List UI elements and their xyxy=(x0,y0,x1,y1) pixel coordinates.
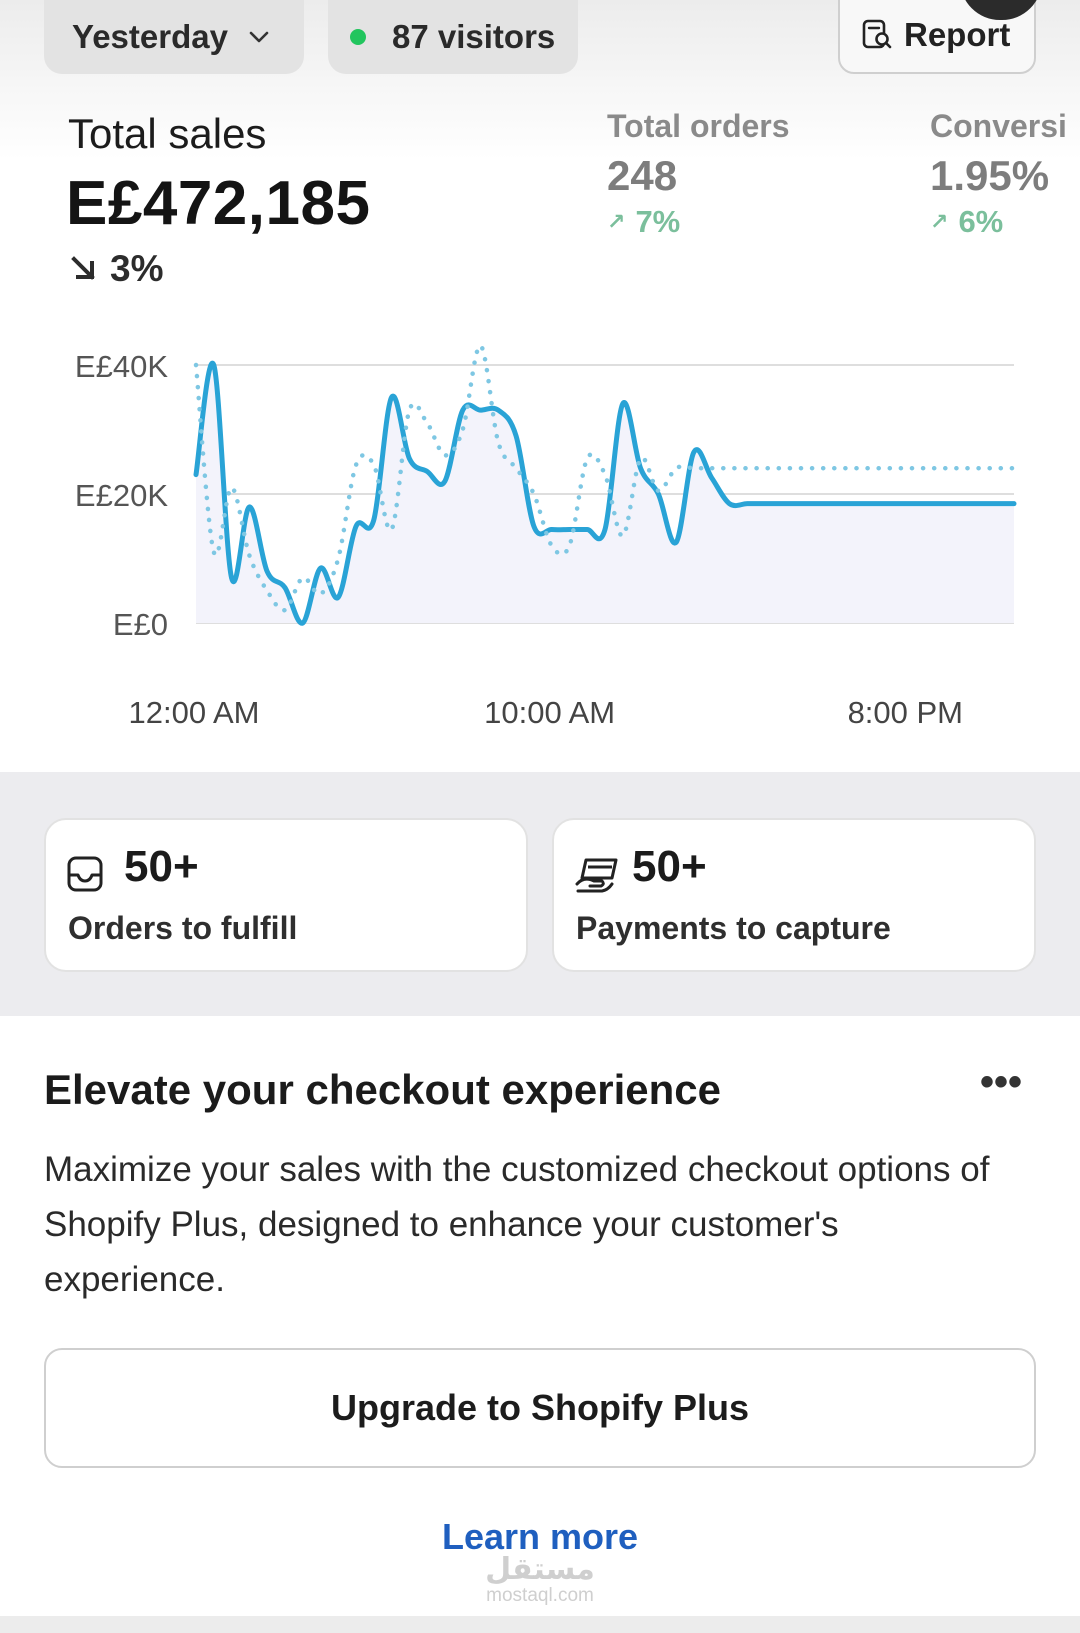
payment-icon xyxy=(575,858,618,893)
more-options-icon[interactable]: ••• xyxy=(980,1062,1040,1102)
orders-label: Orders to fulfill xyxy=(68,910,298,946)
total-orders-change-value: 7% xyxy=(635,204,681,239)
payments-label: Payments to capture xyxy=(576,910,891,946)
arrow-up-right-icon: ↗ xyxy=(930,209,949,234)
total-sales-change-value: 3% xyxy=(110,248,164,289)
live-visitors-button[interactable]: 87 visitors xyxy=(328,0,578,74)
y-tick-label: E£40K xyxy=(75,349,168,384)
bottom-divider xyxy=(0,1616,1080,1633)
conversion-change: ↗ 6% xyxy=(930,204,1003,240)
arrow-up-right-icon: ↗ xyxy=(607,209,626,234)
promo-card: Elevate your checkout experience ••• Max… xyxy=(0,1016,1080,1616)
y-tick-label: E£20K xyxy=(75,478,168,513)
orders-to-fulfill-card[interactable]: 50+ Orders to fulfill xyxy=(44,818,528,972)
payments-to-capture-card[interactable]: 50+ Payments to capture xyxy=(552,818,1036,972)
watermark-url: mostaql.com xyxy=(486,1585,594,1606)
x-tick-label: 12:00 AM xyxy=(129,695,260,730)
promo-title: Elevate your checkout experience xyxy=(44,1066,721,1113)
watermark-logo: مستقل xyxy=(485,1553,595,1586)
inbox-icon xyxy=(67,856,103,892)
total-sales-change: 3% xyxy=(68,248,163,290)
x-tick-label: 10:00 AM xyxy=(484,695,615,730)
date-filter-label: Yesterday xyxy=(72,18,228,55)
total-sales-label: Total sales xyxy=(68,110,267,157)
date-filter-button[interactable]: Yesterday xyxy=(44,0,304,74)
y-tick-label: E£0 xyxy=(113,607,168,642)
upgrade-button[interactable]: Upgrade to Shopify Plus xyxy=(44,1348,1036,1468)
report-search-icon xyxy=(862,19,892,49)
x-tick-label: 8:00 PM xyxy=(848,695,963,730)
total-orders-label: Total orders xyxy=(607,108,790,144)
chevron-down-icon xyxy=(249,31,269,43)
upgrade-button-label: Upgrade to Shopify Plus xyxy=(330,1387,750,1428)
conversion-value: 1.95% xyxy=(930,152,1050,199)
orders-count: 50+ xyxy=(124,842,199,891)
arrow-down-right-icon xyxy=(71,256,95,280)
conversion-label: Conversi xyxy=(930,108,1067,144)
watermark: مستقل mostaql.com xyxy=(0,1552,1080,1607)
live-status-dot xyxy=(350,29,366,45)
analytics-card: Yesterday 87 visitors Report Total sales… xyxy=(0,0,1080,772)
visitors-count: 87 visitors xyxy=(392,18,556,55)
report-label: Report xyxy=(904,16,1011,53)
promo-body: Maximize your sales with the customized … xyxy=(44,1150,990,1299)
total-sales-value: E£472,185 xyxy=(66,169,371,238)
payments-count: 50+ xyxy=(632,842,707,891)
sales-line-chart: E£40K E£20K E£0 12:00 AM 10:00 AM 8:00 PM xyxy=(75,343,1017,730)
conversion-change-value: 6% xyxy=(958,204,1004,239)
total-orders-change: ↗ 7% xyxy=(607,204,680,240)
total-orders-value: 248 xyxy=(607,152,678,199)
